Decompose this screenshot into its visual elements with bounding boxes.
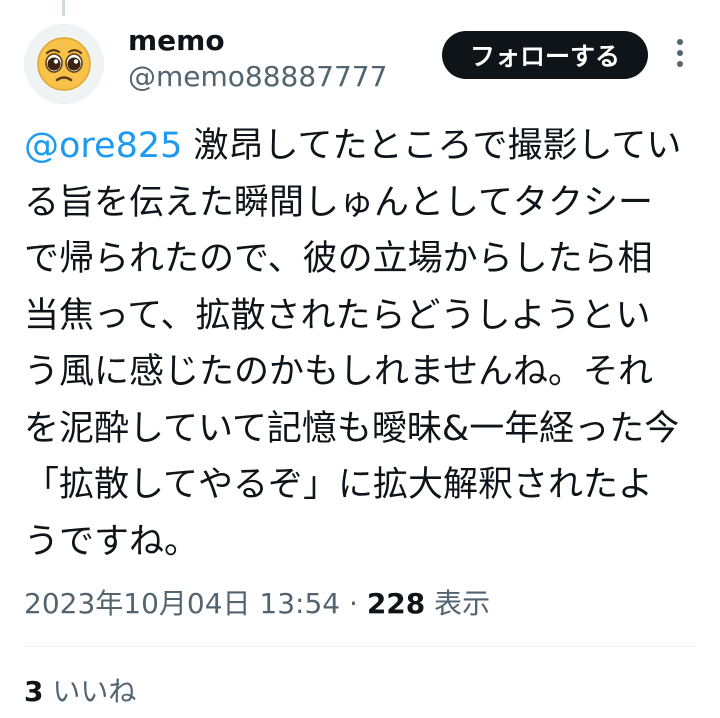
tweet-text-line: る旨を伝えた瞬間しゅんとしてタクシー	[24, 182, 653, 223]
tweet-text-line: 激昂してたところで撮影してい	[182, 126, 682, 166]
likes-label: いいね	[43, 675, 137, 708]
thread-connector-line	[62, 0, 65, 16]
tweet-text-line: 当焦って、拡散されたらどうしようとい	[24, 295, 651, 336]
author-handle[interactable]: @memo88887777	[128, 60, 387, 94]
likes-count: 3	[24, 675, 44, 708]
avatar[interactable]	[24, 24, 104, 104]
tweet-meta: 2023年10月04日 13:54 · 228 表示	[24, 582, 490, 626]
views-label: 表示	[425, 587, 491, 620]
vertical-ellipsis-icon	[675, 38, 685, 72]
tweet-text-line: う風に感じたのかもしれませんね。それ	[24, 352, 653, 392]
pleading-face-emoji-icon	[36, 36, 92, 92]
tweet-text-line: うですね。	[24, 521, 200, 562]
meta-separator: ·	[340, 587, 367, 620]
likes-link[interactable]: 3 いいね	[24, 670, 136, 714]
more-options-button[interactable]	[664, 34, 696, 76]
tweet-text: @ore825 激昂してたところで撮影してい る旨を伝えた瞬間しゅんとしてタクシ…	[24, 118, 700, 570]
follow-button[interactable]: フォローする	[442, 31, 648, 79]
mention-link[interactable]: @ore825	[24, 126, 182, 166]
tweet-text-line: で帰られたので、彼の立場からしたら相	[24, 239, 653, 279]
author-display-name[interactable]: memo	[128, 24, 225, 58]
tweet-text-line: を泥酔していて記憶も曖昧&一年経った今	[24, 408, 680, 449]
tweet-timestamp[interactable]: 2023年10月04日 13:54	[24, 587, 340, 620]
tweet-text-line: 「拡散してやるぞ」に拡大解釈されたよ	[24, 465, 653, 505]
divider	[24, 646, 696, 647]
views-count: 228	[366, 587, 426, 620]
